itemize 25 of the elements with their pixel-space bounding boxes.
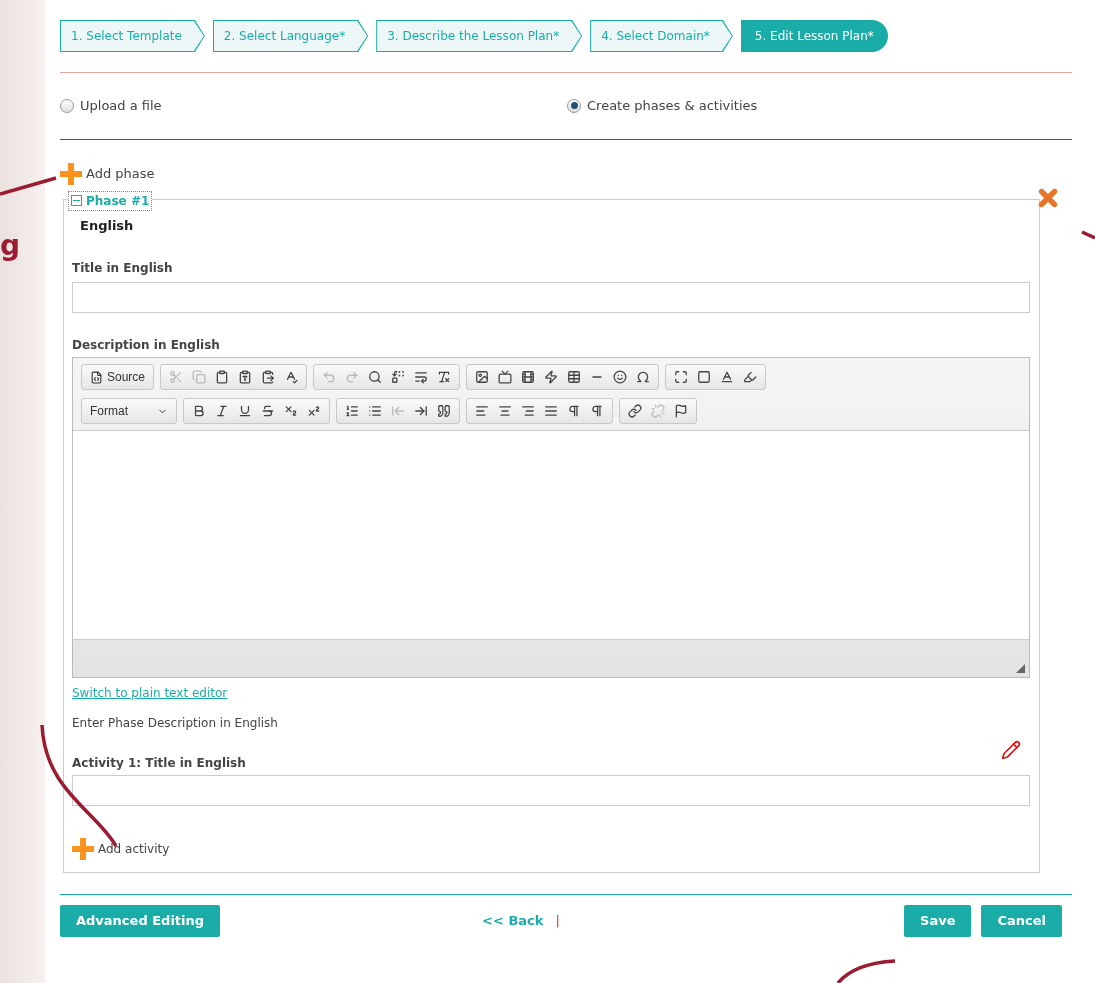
source-button[interactable]: Source — [81, 364, 155, 390]
wizard-step-tab[interactable]: 3. Describe the Lesson Plan* — [376, 20, 583, 52]
cancel-button[interactable]: Cancel — [981, 904, 1062, 937]
format-dropdown[interactable]: Format — [81, 398, 177, 424]
advanced-editing-button[interactable]: Advanced Editing — [60, 904, 221, 937]
wizard-step-tab[interactable]: 4. Select Domain* — [590, 20, 733, 52]
save-button[interactable]: Save — [904, 904, 972, 937]
add-activity-link[interactable]: Add activity — [98, 840, 170, 858]
field-label: Description in English — [72, 337, 221, 354]
wizard-step-tab[interactable]: 1. Select Template — [60, 20, 205, 52]
radio-label: Create phases & activities — [587, 97, 758, 115]
wizard-step-tab[interactable]: 2. Select Language* — [212, 20, 369, 52]
wizard-step-tab[interactable]: 5. Edit Lesson Plan* — [740, 20, 888, 52]
callout-text: g — [0, 232, 21, 260]
separator-text: | — [555, 911, 560, 930]
hint-text: Enter Phase Description in English — [72, 715, 279, 732]
radio-label: Upload a file — [80, 97, 162, 115]
field-label: Title in English — [72, 260, 174, 277]
plain-text-editor-link[interactable]: Switch to plain text editor — [72, 684, 228, 702]
rich-text-editor[interactable]: Source Format — [72, 357, 1030, 678]
back-link[interactable]: << Back — [482, 910, 544, 931]
collapse-toggle[interactable]: Phase #1 — [68, 190, 153, 211]
language-heading: English — [80, 216, 135, 235]
field-label: Activity 1: Title in English — [72, 755, 246, 772]
add-phase-link[interactable]: Add phase — [86, 163, 155, 184]
